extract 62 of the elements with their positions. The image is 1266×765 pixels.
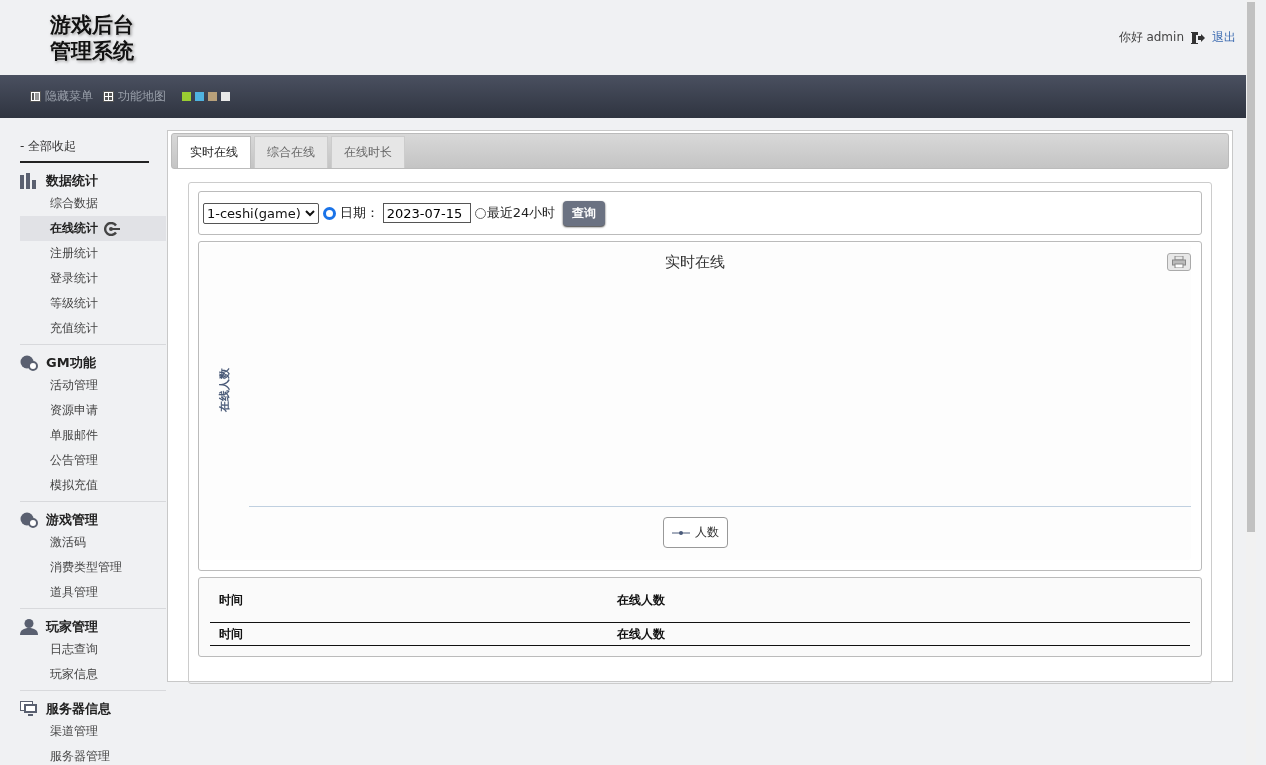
circles-icon — [20, 355, 38, 371]
column-header: 时间 — [218, 591, 244, 609]
collapse-all-link[interactable]: - 全部收起 — [20, 130, 149, 163]
logout-link[interactable]: 退出 — [1212, 29, 1236, 46]
menu-item[interactable]: 单服邮件 — [20, 423, 166, 448]
y-axis-label: 在线人数 — [216, 367, 232, 412]
theme-swatch[interactable] — [182, 92, 191, 101]
person-icon — [20, 619, 38, 635]
menu-item[interactable]: 登录统计 — [20, 266, 166, 291]
date-field[interactable]: 2023-07-15 — [382, 203, 471, 223]
menu-item[interactable]: 等级统计 — [20, 291, 166, 316]
menu-item[interactable]: 综合数据 — [20, 191, 166, 216]
circles-icon — [20, 512, 38, 528]
menu-item[interactable]: 服务器管理 — [20, 744, 166, 765]
menu-item[interactable]: 注册统计 — [20, 241, 166, 266]
chart-title: 实时在线 — [665, 253, 725, 272]
menu-item[interactable]: 充值统计 — [20, 316, 166, 341]
logo: 游戏后台 管理系统 — [50, 11, 134, 64]
column-footer: 时间 — [210, 625, 617, 643]
bar-chart-icon — [20, 173, 38, 189]
menu-group-title[interactable]: 游戏管理 — [46, 511, 98, 529]
monitor-icon — [20, 701, 38, 717]
menu-item[interactable]: 激活码 — [20, 530, 166, 555]
radio-button[interactable] — [322, 206, 336, 220]
pointer-icon — [104, 221, 120, 236]
toolbar-link[interactable]: 功能地图 — [103, 88, 166, 105]
menu-item[interactable]: 资源申请 — [20, 398, 166, 423]
query-button[interactable]: 查询 — [563, 200, 606, 226]
legend-item[interactable]: 人数 — [662, 517, 728, 548]
chevron-down-icon — [304, 209, 315, 217]
column-footer: 在线人数 — [617, 625, 665, 643]
theme-swatch[interactable] — [221, 92, 230, 101]
menu-group-title[interactable]: GM功能 — [46, 354, 96, 372]
tab[interactable]: 在线时长 — [331, 136, 405, 168]
print-button[interactable] — [1167, 253, 1191, 271]
menu-item[interactable]: 在线统计 — [20, 216, 166, 241]
theme-swatch[interactable] — [208, 92, 217, 101]
menu-item[interactable]: 玩家信息 — [20, 662, 166, 687]
menu-item[interactable]: 道具管理 — [20, 580, 166, 605]
greeting: 你好 admin — [1118, 29, 1184, 46]
theme-swatch[interactable] — [195, 92, 204, 101]
grid-icon — [103, 91, 114, 102]
menu-item[interactable]: 消费类型管理 — [20, 555, 166, 580]
date-label: 日期： — [339, 204, 379, 222]
menu-item[interactable]: 公告管理 — [20, 448, 166, 473]
toolbar-link[interactable]: 隐藏菜单 — [30, 88, 93, 105]
tab[interactable]: 实时在线 — [177, 136, 251, 168]
server-select[interactable]: 1-ceshi(game) — [203, 202, 319, 224]
menu-group-title[interactable]: 玩家管理 — [46, 618, 98, 636]
menu-item[interactable]: 活动管理 — [20, 373, 166, 398]
line-marker-icon — [671, 529, 690, 536]
columns-icon — [30, 91, 41, 102]
menu-item[interactable]: 日志查询 — [20, 637, 166, 662]
menu-group-title[interactable]: 数据统计 — [46, 172, 98, 190]
tab[interactable]: 综合在线 — [254, 136, 328, 168]
column-header: 在线人数 — [617, 591, 665, 609]
menu-group-title[interactable]: 服务器信息 — [46, 700, 111, 718]
menu-item[interactable]: 模拟充值 — [20, 473, 166, 498]
printer-icon — [1172, 256, 1186, 268]
exit-icon — [1190, 30, 1206, 45]
last-24-hours-label: 最近24小时 — [486, 204, 556, 222]
menu-item[interactable]: 渠道管理 — [20, 719, 166, 744]
